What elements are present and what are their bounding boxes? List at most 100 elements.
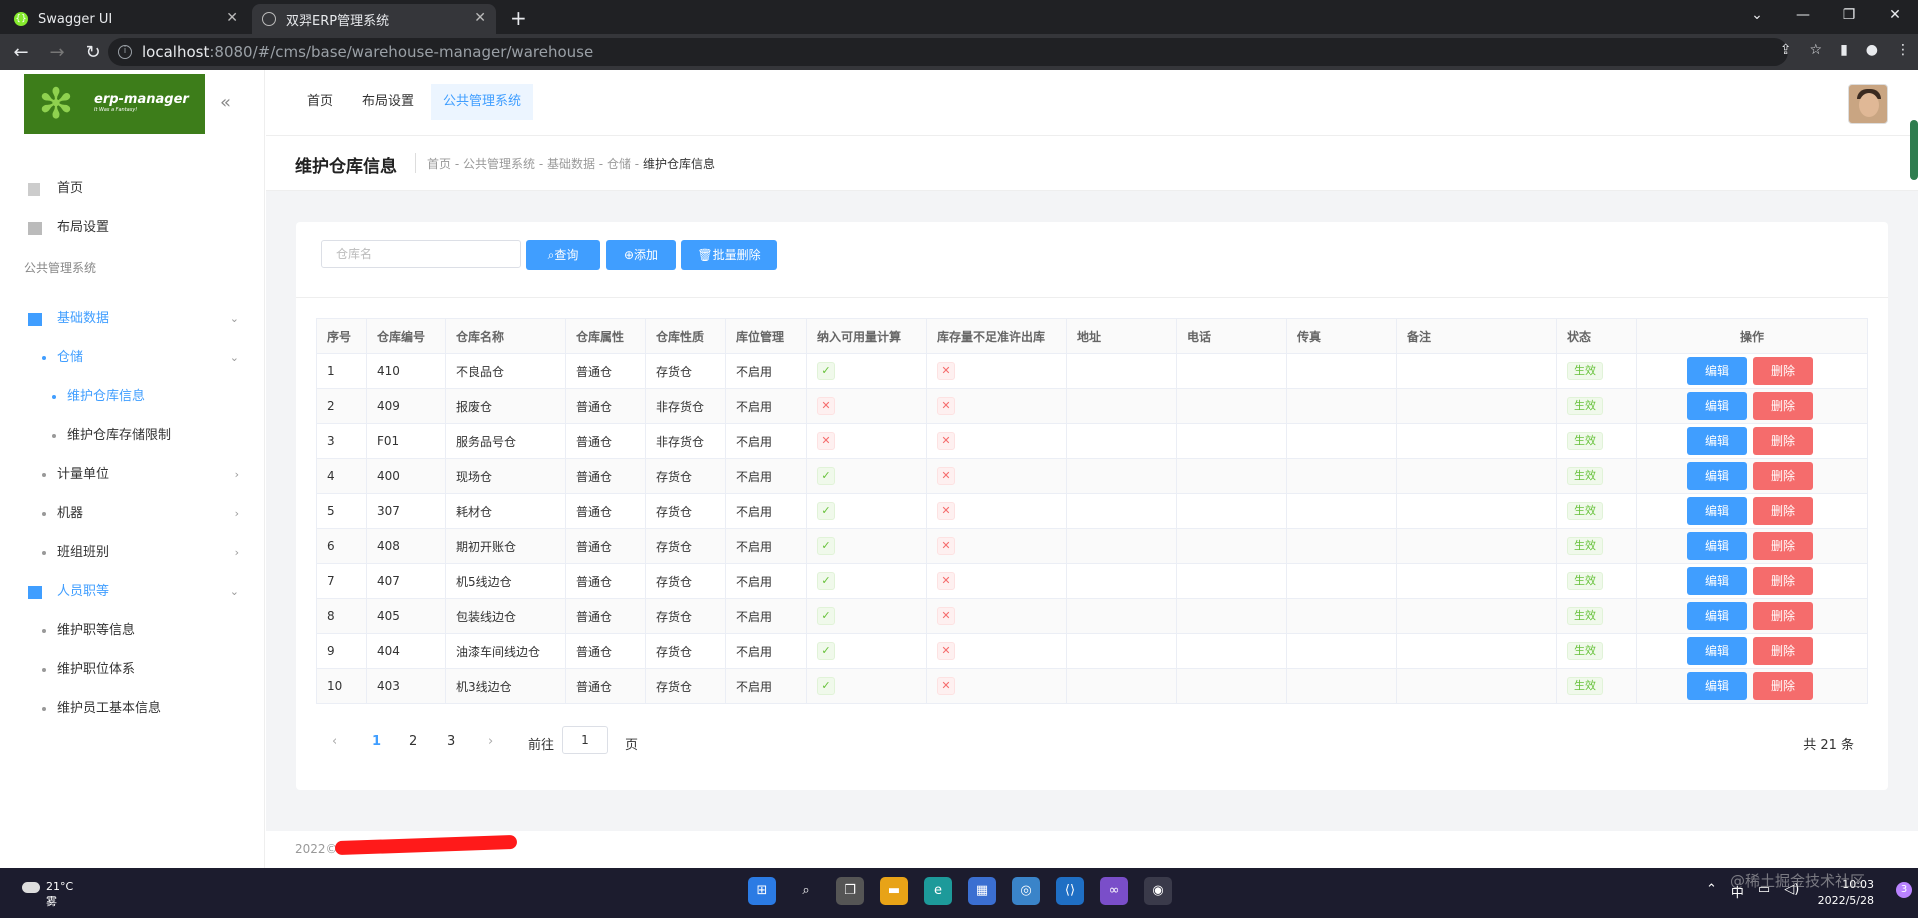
maximize-icon[interactable]: ❐ [1826,0,1872,30]
table-row[interactable]: 5 307 耗材仓 普通仓 存货仓 不启用 ✓ ✕ 生效 编辑 删除 [316,493,1868,529]
col-header[interactable]: 状态 [1556,318,1637,354]
next-page-icon[interactable]: › [488,734,493,749]
col-header[interactable]: 电话 [1176,318,1287,354]
topnav-public-system[interactable]: 公共管理系统 [431,84,534,120]
page-number[interactable]: 2 [409,734,417,749]
weather-widget[interactable]: 21°C 雾 [22,880,73,909]
breadcrumb-item[interactable]: 公共管理系统 [463,157,535,171]
sidebar-item-personnel[interactable]: 人员职等 ⌄ [0,574,265,610]
delete-button[interactable]: 删除 [1753,392,1813,420]
edit-button[interactable]: 编辑 [1687,497,1747,525]
edge-icon[interactable]: e [924,877,952,905]
sidebar-item-storage[interactable]: 仓储 ⌄ [0,340,265,376]
col-header[interactable]: 地址 [1066,318,1177,354]
breadcrumb-item[interactable]: 基础数据 [547,157,595,171]
table-row[interactable]: 4 400 现场仓 普通仓 存货仓 不启用 ✓ ✕ 生效 编辑 删除 [316,458,1868,494]
topnav-layout[interactable]: 布局设置 [350,84,426,120]
table-row[interactable]: 6 408 期初开账仓 普通仓 存货仓 不启用 ✓ ✕ 生效 编辑 删除 [316,528,1868,564]
tray-chevron-icon[interactable]: ⌃ [1706,882,1717,901]
col-header[interactable]: 仓库性质 [645,318,726,354]
edit-button[interactable]: 编辑 [1687,637,1747,665]
file-explorer-icon[interactable]: ▬ [880,877,908,905]
col-header[interactable]: 库位管理 [725,318,807,354]
app-icon[interactable]: ◎ [1012,877,1040,905]
avatar[interactable] [1848,84,1888,124]
sidebar-item-grade-info[interactable]: 维护职等信息 [0,613,265,649]
edit-button[interactable]: 编辑 [1687,357,1747,385]
url-input[interactable]: i localhost:8080/#/cms/base/warehouse-ma… [108,38,1788,66]
page-scrollbar[interactable] [1910,120,1918,180]
col-header[interactable]: 备注 [1396,318,1557,354]
delete-button[interactable]: 删除 [1753,497,1813,525]
edit-button[interactable]: 编辑 [1687,392,1747,420]
close-window-icon[interactable]: ✕ [1872,0,1918,30]
close-icon[interactable]: ✕ [474,10,486,26]
sidebar-item-warehouse-info[interactable]: 维护仓库信息 [0,379,265,415]
reload-icon[interactable]: ↻ [78,42,108,63]
table-row[interactable]: 7 407 机5线边仓 普通仓 存货仓 不启用 ✓ ✕ 生效 编辑 删除 [316,563,1868,599]
delete-button[interactable]: 删除 [1753,462,1813,490]
col-header[interactable]: 仓库名称 [445,318,566,354]
col-header[interactable]: 仓库属性 [565,318,646,354]
sidebar-item-units[interactable]: 计量单位 › [0,457,265,493]
col-header[interactable]: 纳入可用量计算 [806,318,927,354]
delete-button[interactable]: 删除 [1753,532,1813,560]
back-icon[interactable]: ← [6,42,36,63]
sidebar-item-shifts[interactable]: 班组班别 › [0,535,265,571]
edit-button[interactable]: 编辑 [1687,462,1747,490]
prev-page-icon[interactable]: ‹ [332,734,337,749]
query-button[interactable]: ⌕查询 [526,240,600,270]
search-input[interactable]: 仓库名 [321,240,521,268]
goto-page-input[interactable]: 1 [562,726,608,754]
visual-studio-icon[interactable]: ∞ [1100,877,1128,905]
page-number[interactable]: 1 [372,734,381,749]
sidebar-item-layout[interactable]: 布局设置 [0,210,265,246]
menu-kebab-icon[interactable]: ⋮ [1896,42,1910,58]
delete-button[interactable]: 删除 [1753,637,1813,665]
notification-badge[interactable]: 3 [1896,882,1912,898]
info-icon[interactable]: i [118,45,132,59]
table-row[interactable]: 2 409 报废仓 普通仓 非存货仓 不启用 ✕ ✕ 生效 编辑 删除 [316,388,1868,424]
table-row[interactable]: 9 404 油漆车间线边仓 普通仓 存货仓 不启用 ✓ ✕ 生效 编辑 删除 [316,633,1868,669]
table-row[interactable]: 3 F01 服务品号仓 普通仓 非存货仓 不启用 ✕ ✕ 生效 编辑 删除 [316,423,1868,459]
close-icon[interactable]: ✕ [226,10,238,26]
col-header[interactable]: 序号 [316,318,367,354]
batch-delete-button[interactable]: 🗑批量删除 [681,240,777,270]
store-icon[interactable]: ▦ [968,877,996,905]
breadcrumb-item[interactable]: 仓储 [607,157,631,171]
delete-button[interactable]: 删除 [1753,357,1813,385]
search-icon[interactable]: ⌕ [792,877,820,905]
bookmark-star-icon[interactable]: ☆ [1810,42,1823,58]
logo[interactable]: ✻ erp-manager It Was a Fantasy! [24,74,205,134]
page-number[interactable]: 3 [447,734,455,749]
sidebar-item-position-system[interactable]: 维护职位体系 [0,652,265,688]
edit-button[interactable]: 编辑 [1687,672,1747,700]
delete-button[interactable]: 删除 [1753,672,1813,700]
minimize-icon[interactable]: — [1780,0,1826,30]
sidebar-item-home[interactable]: 首页 [0,171,265,207]
tab-search-icon[interactable]: ⌄ [1734,0,1780,30]
vscode-icon[interactable]: ⟨⟩ [1056,877,1084,905]
share-icon[interactable]: ⇪ [1780,42,1792,58]
profile-icon[interactable]: ● [1866,42,1878,58]
browser-tab-erp[interactable]: 双羿ERP管理系统 ✕ [252,4,496,34]
edit-button[interactable]: 编辑 [1687,427,1747,455]
start-icon[interactable]: ⊞ [748,877,776,905]
delete-button[interactable]: 删除 [1753,567,1813,595]
col-header[interactable]: 传真 [1286,318,1397,354]
topnav-home[interactable]: 首页 [295,84,345,120]
edit-button[interactable]: 编辑 [1687,567,1747,595]
edit-button[interactable]: 编辑 [1687,532,1747,560]
sidepanel-icon[interactable]: ▮ [1840,42,1848,58]
col-header[interactable]: 库存量不足准许出库 [926,318,1067,354]
col-header[interactable]: 仓库编号 [366,318,446,354]
add-button[interactable]: ⊕添加 [606,240,676,270]
task-view-icon[interactable]: ❐ [836,877,864,905]
sidebar-item-employee-info[interactable]: 维护员工基本信息 [0,691,265,727]
sidebar-item-machines[interactable]: 机器 › [0,496,265,532]
table-row[interactable]: 1 410 不良品仓 普通仓 存货仓 不启用 ✓ ✕ 生效 编辑 删除 [316,353,1868,389]
delete-button[interactable]: 删除 [1753,427,1813,455]
new-tab-icon[interactable]: + [510,6,527,30]
table-row[interactable]: 8 405 包装线边仓 普通仓 存货仓 不启用 ✓ ✕ 生效 编辑 删除 [316,598,1868,634]
sidebar-item-basic-data[interactable]: 基础数据 ⌄ [0,301,265,337]
